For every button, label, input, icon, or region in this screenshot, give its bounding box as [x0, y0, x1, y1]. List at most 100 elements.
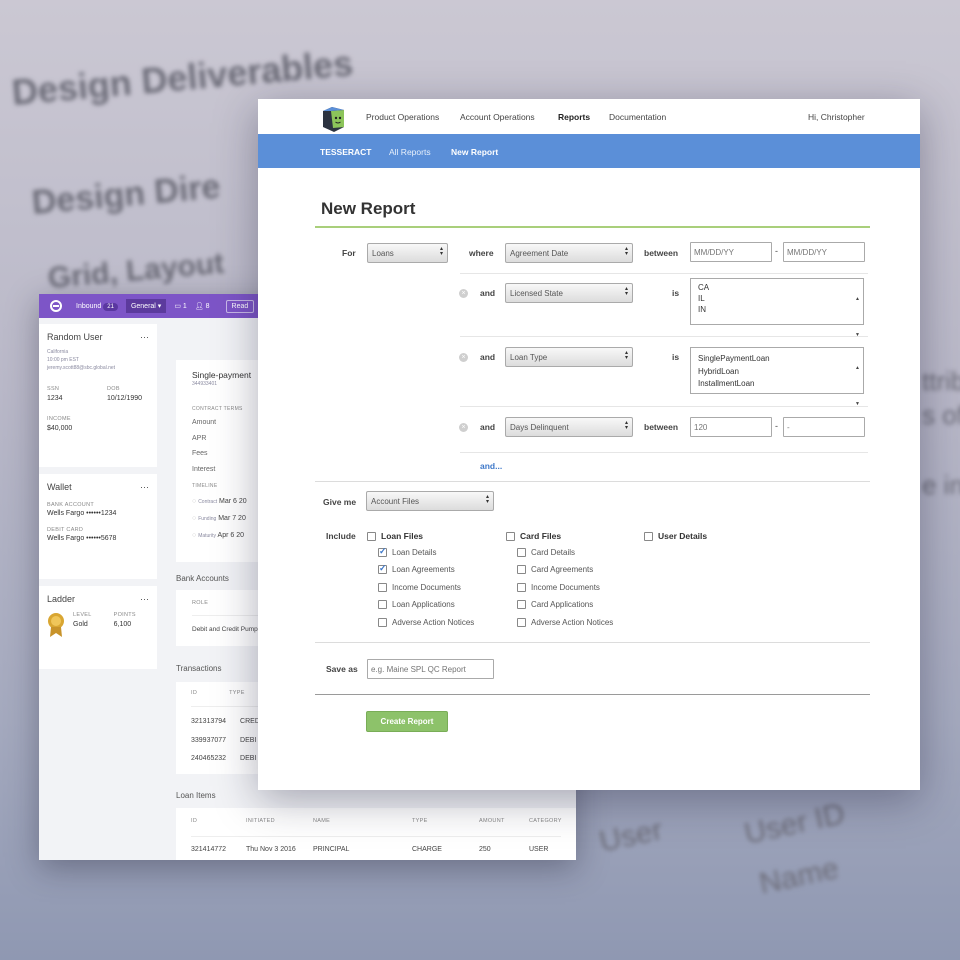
general-dropdown[interactable]: General ▾ — [125, 299, 167, 313]
loan-applications-checkbox[interactable]: Loan Applications — [378, 600, 455, 609]
sub-nav: TESSERACT All Reports New Report — [258, 134, 920, 168]
level-label: LEVEL — [73, 612, 92, 618]
brand-tesseract[interactable]: TESSERACT — [320, 147, 371, 157]
card-agreements-checkbox[interactable]: Card Agreements — [517, 565, 593, 574]
ssn-label: SSN — [47, 386, 60, 392]
title-divider — [315, 226, 870, 228]
list-item[interactable]: CA — [698, 282, 856, 293]
points-label: POINTS — [113, 612, 136, 618]
page-title: New Report — [321, 199, 416, 218]
ladder-more-icon[interactable]: ··· — [140, 594, 149, 604]
card-details-checkbox[interactable]: Card Details — [517, 548, 575, 557]
background-text-9: Name — [756, 851, 842, 901]
save-as-input[interactable] — [367, 659, 494, 679]
section-divider — [315, 481, 870, 482]
and-label: and — [480, 288, 496, 298]
card-files-checkbox[interactable]: Card Files — [506, 531, 561, 541]
user-more-icon[interactable]: ··· — [140, 332, 149, 342]
user-location: California — [47, 349, 69, 355]
listbox-scrollbar[interactable]: ▲ ▼ — [855, 350, 860, 422]
licensed-state-select[interactable]: Licensed State ▴ ▾ — [505, 283, 633, 303]
include-label: Include — [326, 531, 356, 541]
card-income-documents-checkbox[interactable]: Income Documents — [517, 583, 600, 592]
background-text-7: User — [596, 813, 666, 859]
list-item[interactable]: IN — [698, 304, 856, 315]
inbound-link[interactable]: Inbound 21 — [76, 302, 118, 311]
read-button[interactable]: Read — [225, 299, 255, 313]
transactions-title: Transactions — [176, 664, 222, 673]
bank-account-value: Wells Fargo ••••••1234 — [47, 510, 117, 517]
is-label: is — [672, 352, 680, 362]
date-to-input[interactable] — [783, 242, 865, 262]
user-count: 👤︎ 8 — [194, 303, 210, 310]
loan-types-listbox[interactable]: SinglePaymentLoan HybridLoan Installment… — [690, 347, 864, 407]
loan-agreements-checkbox[interactable]: Loan Agreements — [378, 563, 455, 574]
debit-card-value: Wells Fargo ••••••5678 — [47, 535, 117, 542]
remove-condition-icon[interactable]: × — [459, 353, 468, 362]
user-details-checkbox[interactable]: User Details — [644, 531, 707, 541]
background-text-8: User ID — [741, 797, 848, 851]
nav-account-operations[interactable]: Account Operations — [460, 112, 535, 122]
wallet-title: Wallet — [47, 482, 72, 492]
report-builder-window: Product Operations Account Operations Re… — [258, 99, 920, 790]
give-me-select[interactable]: Account Files ▴ ▾ — [366, 491, 494, 511]
tab-all-reports[interactable]: All Reports — [389, 147, 431, 157]
add-condition-link[interactable]: and... — [480, 461, 502, 471]
days-to-input[interactable] — [783, 417, 865, 437]
list-item[interactable]: HybridLoan — [698, 366, 856, 379]
list-item[interactable]: IL — [698, 293, 856, 304]
and-label: and — [480, 422, 496, 432]
for-label: For — [342, 248, 356, 258]
inbound-count-badge: 21 — [103, 302, 118, 311]
card-adverse-action-checkbox[interactable]: Adverse Action Notices — [517, 618, 613, 627]
user-time: 10:00 pm EST — [47, 357, 79, 363]
remove-condition-icon[interactable]: × — [459, 289, 468, 298]
loan-items-title: Loan Items — [176, 791, 216, 800]
wallet-more-icon[interactable]: ··· — [140, 482, 149, 492]
states-listbox[interactable]: CA IL IN ▲ ▼ — [690, 278, 864, 338]
days-from-input[interactable] — [690, 417, 772, 437]
loan-details-checkbox[interactable]: Loan Details — [378, 546, 436, 557]
ladder-title: Ladder — [47, 594, 76, 604]
background-text-6: e in — [922, 470, 960, 500]
bank-accounts-title: Bank Accounts — [176, 574, 229, 583]
dob-label: DOB — [107, 386, 120, 392]
listbox-scrollbar[interactable]: ▲ ▼ — [855, 281, 860, 353]
between-label: between — [644, 422, 679, 432]
loan-income-documents-checkbox[interactable]: Income Documents — [378, 583, 461, 592]
list-item[interactable]: InstallmentLoan — [698, 378, 856, 391]
card-applications-checkbox[interactable]: Card Applications — [517, 600, 593, 609]
entity-select[interactable]: Loans ▴ ▾ — [367, 243, 448, 263]
save-as-label: Save as — [326, 664, 358, 674]
remove-condition-icon[interactable]: × — [459, 423, 468, 432]
date-from-input[interactable] — [690, 242, 772, 262]
days-range-dash: - — [775, 421, 778, 431]
top-nav: Product Operations Account Operations Re… — [258, 99, 920, 134]
where-label: where — [469, 248, 494, 258]
where-field-select[interactable]: Agreement Date ▴ ▾ — [505, 243, 633, 263]
create-report-button[interactable]: Create Report — [366, 711, 448, 732]
app-logo-icon[interactable] — [50, 300, 62, 312]
nav-reports[interactable]: Reports — [558, 112, 590, 122]
loan-files-checkbox[interactable]: Loan Files — [367, 531, 423, 541]
wallet-card: Wallet ··· BANK ACCOUNT Wells Fargo •••••… — [39, 474, 157, 579]
table-row[interactable]: 321414772 Thu Nov 3 2016 PRINCIPAL CHARG… — [191, 836, 561, 856]
days-delinquent-select[interactable]: Days Delinquent ▴ ▾ — [505, 417, 633, 437]
nav-product-operations[interactable]: Product Operations — [366, 112, 439, 122]
between-label: between — [644, 248, 679, 258]
row-divider — [460, 273, 868, 274]
user-greeting[interactable]: Hi, Christopher — [808, 112, 865, 122]
loan-adverse-action-checkbox[interactable]: Adverse Action Notices — [378, 618, 474, 627]
row-divider — [460, 406, 868, 407]
bank-account-label: BANK ACCOUNT — [47, 502, 94, 508]
section-divider — [315, 642, 870, 643]
tab-new-report[interactable]: New Report — [451, 147, 498, 157]
tesseract-cube-logo-icon[interactable] — [320, 105, 346, 133]
ladder-card: Ladder ··· LEVEL Gold POINTS 6,100 — [39, 586, 157, 669]
loan-type-select[interactable]: Loan Type ▴ ▾ — [505, 347, 633, 367]
nav-documentation[interactable]: Documentation — [609, 112, 666, 122]
income-value: $40,000 — [47, 425, 73, 432]
and-label: and — [480, 352, 496, 362]
give-me-label: Give me — [323, 497, 357, 507]
list-item[interactable]: SinglePaymentLoan — [698, 353, 856, 366]
